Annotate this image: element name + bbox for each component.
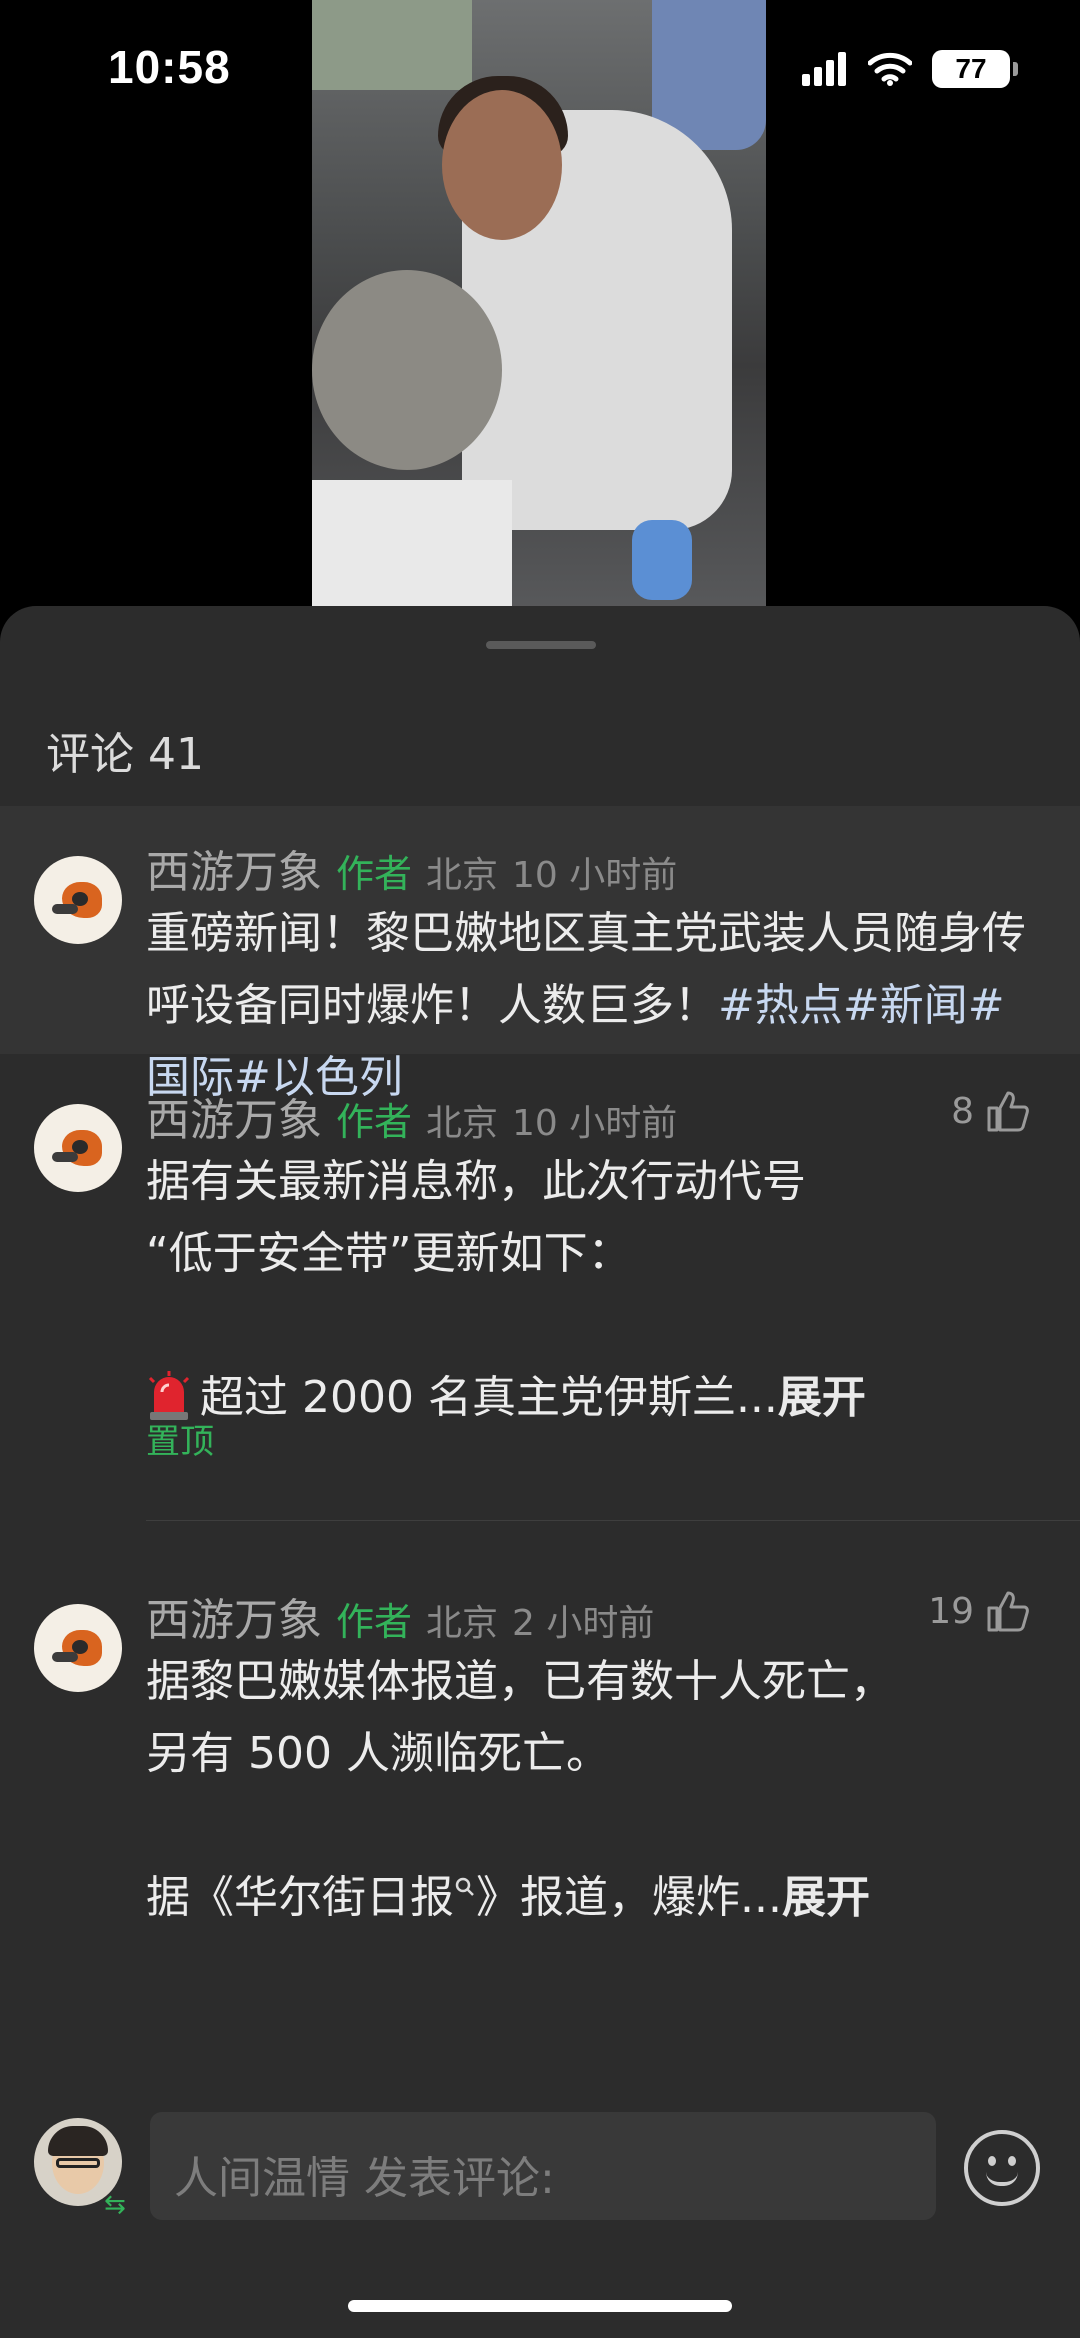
divider	[146, 1520, 1080, 1521]
wifi-icon	[868, 52, 912, 86]
video-player[interactable]	[312, 0, 766, 610]
home-indicator[interactable]	[348, 2300, 732, 2312]
comment-author[interactable]: 西游万象	[146, 836, 322, 900]
comment-author[interactable]: 西游万象	[146, 1584, 322, 1648]
comment-line: “低于安全带”更新如下：	[146, 1228, 632, 1279]
expand-link[interactable]: 展开	[782, 1872, 870, 1923]
comment-input[interactable]: 人间温情 发表评论:	[150, 2112, 936, 2220]
comment-line: 据《华尔街日报 》报道，爆炸...展开	[146, 1862, 1046, 1934]
thumb-up-icon	[987, 1091, 1029, 1132]
battery-indicator: 77	[932, 50, 1018, 88]
comment-line: 据黎巴嫩媒体报道，已有数十人死亡，	[146, 1656, 894, 1707]
battery-level: 77	[955, 53, 987, 84]
status-icons: 77	[802, 50, 1018, 88]
like-count: 19	[928, 1590, 974, 1632]
comment-line: 据有关最新消息称，此次行动代号	[146, 1156, 806, 1207]
avatar[interactable]	[34, 1604, 122, 1692]
comment-line: 超过 2000 名真主党伊斯兰...展开	[146, 1362, 1046, 1434]
comment-truncated-text: 据《华尔街日报	[146, 1872, 454, 1923]
signal-icon	[802, 52, 846, 86]
comment-location: 北京	[426, 1103, 499, 1144]
comment-location: 北京	[426, 855, 499, 896]
comment-time: 2 小时前	[512, 1603, 655, 1644]
comment-location: 北京	[426, 1603, 499, 1644]
sheet-grabber[interactable]	[486, 641, 596, 649]
like-count: 8	[951, 1090, 974, 1132]
comment-input-placeholder: 人间温情 发表评论:	[174, 2153, 555, 2204]
comment-item[interactable]: 西游万象 作者 北京 10 小时前 8 据有关最新消息称，此次行动代号 “低于安…	[0, 1054, 1080, 1554]
author-badge: 作者	[336, 852, 413, 896]
comment-author[interactable]: 西游万象	[146, 1084, 322, 1148]
avatar[interactable]	[34, 856, 122, 944]
search-icon[interactable]	[454, 1876, 476, 1898]
comment-truncated-text: 超过 2000 名真主党伊斯兰...	[200, 1372, 778, 1423]
author-badge: 作者	[336, 1600, 413, 1644]
comment-truncated-text: 》报道，爆炸...	[476, 1872, 782, 1923]
expand-link[interactable]: 展开	[778, 1372, 866, 1423]
status-time: 10:58	[108, 41, 231, 93]
comment-time: 10 小时前	[512, 1103, 678, 1144]
pinned-label: 置顶	[146, 1422, 214, 1462]
siren-emoji-icon	[148, 1371, 190, 1420]
emoji-icon[interactable]	[964, 2130, 1040, 2206]
comments-title: 评论 41	[46, 729, 204, 780]
author-badge: 作者	[336, 1100, 413, 1144]
comment-sheet: 评论 41 西游万象 作者 北京 10 小时前 重磅新闻！黎巴嫩地区真主党武装人…	[0, 606, 1080, 2338]
like-button[interactable]: 8	[951, 1090, 1030, 1132]
comment-item[interactable]: 西游万象 作者 北京 10 小时前 重磅新闻！黎巴嫩地区真主党武装人员随身传呼设…	[0, 806, 1080, 1103]
comment-item[interactable]: 西游万象 作者 北京 2 小时前 19 据黎巴嫩媒体报道，已有数十人死亡， 另有…	[0, 1554, 1080, 2014]
comment-line: 另有 500 人濒临死亡。	[146, 1728, 610, 1779]
thumb-up-icon	[987, 1591, 1029, 1632]
comment-time: 10 小时前	[512, 855, 678, 896]
avatar[interactable]	[34, 1104, 122, 1192]
like-button[interactable]: 19	[928, 1590, 1030, 1632]
swap-icon[interactable]: ⇆	[104, 2190, 126, 2220]
